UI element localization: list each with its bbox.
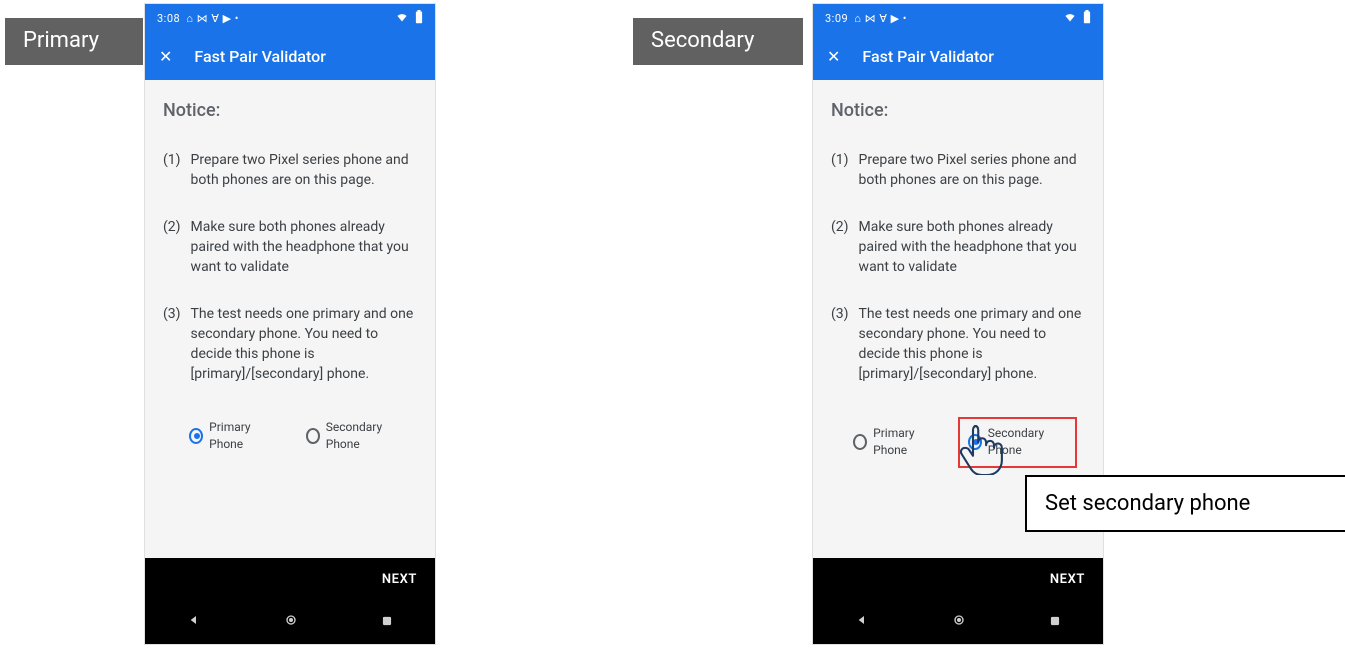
notice-heading: Notice: xyxy=(831,98,1085,124)
status-glyphs: ⌂ ⋈ ∀ ▶ • xyxy=(854,12,907,25)
next-label: NEXT xyxy=(1050,572,1085,587)
step-text: Make sure both phones already paired wit… xyxy=(191,217,417,278)
clock-text: 3:09 xyxy=(825,12,848,25)
notice-step-2: (2) Make sure both phones already paired… xyxy=(163,217,417,278)
step-text: Prepare two Pixel series phone and both … xyxy=(859,150,1085,191)
step-number: (1) xyxy=(163,150,181,191)
close-icon[interactable]: ✕ xyxy=(827,47,840,66)
radio-icon xyxy=(306,428,320,444)
radio-group: Primary Phone Secondary Phone xyxy=(163,411,417,462)
radio-primary-phone[interactable]: Primary Phone xyxy=(185,417,280,456)
next-label: NEXT xyxy=(382,572,417,587)
notice-step-3: (3) The test needs one primary and one s… xyxy=(163,304,417,385)
radio-label: Primary Phone xyxy=(873,425,939,460)
step-text: The test needs one primary and one secon… xyxy=(859,304,1085,385)
notice-step-1: (1) Prepare two Pixel series phone and b… xyxy=(163,150,417,191)
step-number: (3) xyxy=(831,304,849,385)
battery-icon xyxy=(415,10,423,27)
radio-label: Primary Phone xyxy=(209,419,275,454)
app-title: Fast Pair Validator xyxy=(194,47,325,66)
step-text: Make sure both phones already paired wit… xyxy=(859,217,1085,278)
notice-heading: Notice: xyxy=(163,98,417,124)
app-title: Fast Pair Validator xyxy=(862,47,993,66)
app-bar: ✕ Fast Pair Validator xyxy=(145,32,435,80)
step-number: (1) xyxy=(831,150,849,191)
step-number: (2) xyxy=(831,217,849,278)
radio-primary-phone[interactable]: Primary Phone xyxy=(849,423,944,462)
step-number: (2) xyxy=(163,217,181,278)
step-text: The test needs one primary and one secon… xyxy=(191,304,417,385)
battery-icon xyxy=(1083,10,1091,27)
tag-primary: Primary xyxy=(5,18,143,65)
step-text: Prepare two Pixel series phone and both … xyxy=(191,150,417,191)
next-button[interactable]: NEXT xyxy=(813,558,1103,600)
status-bar: 3:08 ⌂ ⋈ ∀ ▶ • xyxy=(145,4,435,32)
notice-step-2: (2) Make sure both phones already paired… xyxy=(831,217,1085,278)
phone-secondary: 3:09 ⌂ ⋈ ∀ ▶ • ✕ Fast Pair Validator Not… xyxy=(813,4,1103,644)
nav-recent-icon[interactable] xyxy=(1048,613,1062,632)
content-area: Notice: (1) Prepare two Pixel series pho… xyxy=(145,80,435,462)
hand-cursor-icon xyxy=(952,419,1008,475)
status-bar: 3:09 ⌂ ⋈ ∀ ▶ • xyxy=(813,4,1103,32)
radio-icon xyxy=(853,434,867,450)
close-icon[interactable]: ✕ xyxy=(159,47,172,66)
status-glyphs: ⌂ ⋈ ∀ ▶ • xyxy=(186,12,239,25)
nav-bar xyxy=(145,600,435,644)
radio-secondary-phone[interactable]: Secondary Phone xyxy=(302,417,409,456)
next-button[interactable]: NEXT xyxy=(145,558,435,600)
nav-bar xyxy=(813,600,1103,644)
wifi-icon xyxy=(395,11,409,26)
nav-recent-icon[interactable] xyxy=(380,613,394,632)
app-bar: ✕ Fast Pair Validator xyxy=(813,32,1103,80)
clock-text: 3:08 xyxy=(157,12,180,25)
nav-home-icon[interactable] xyxy=(283,612,299,632)
wifi-icon xyxy=(1063,11,1077,26)
notice-step-1: (1) Prepare two Pixel series phone and b… xyxy=(831,150,1085,191)
phone-primary: 3:08 ⌂ ⋈ ∀ ▶ • ✕ Fast Pair Validator Not… xyxy=(145,4,435,644)
step-number: (3) xyxy=(163,304,181,385)
caption-set-secondary: Set secondary phone xyxy=(1025,475,1345,532)
content-area: Notice: (1) Prepare two Pixel series pho… xyxy=(813,80,1103,474)
tag-secondary: Secondary xyxy=(633,18,803,65)
nav-back-icon[interactable] xyxy=(186,612,202,632)
nav-back-icon[interactable] xyxy=(854,612,870,632)
radio-label: Secondary Phone xyxy=(326,419,405,454)
notice-step-3: (3) The test needs one primary and one s… xyxy=(831,304,1085,385)
radio-icon xyxy=(189,428,203,444)
nav-home-icon[interactable] xyxy=(951,612,967,632)
